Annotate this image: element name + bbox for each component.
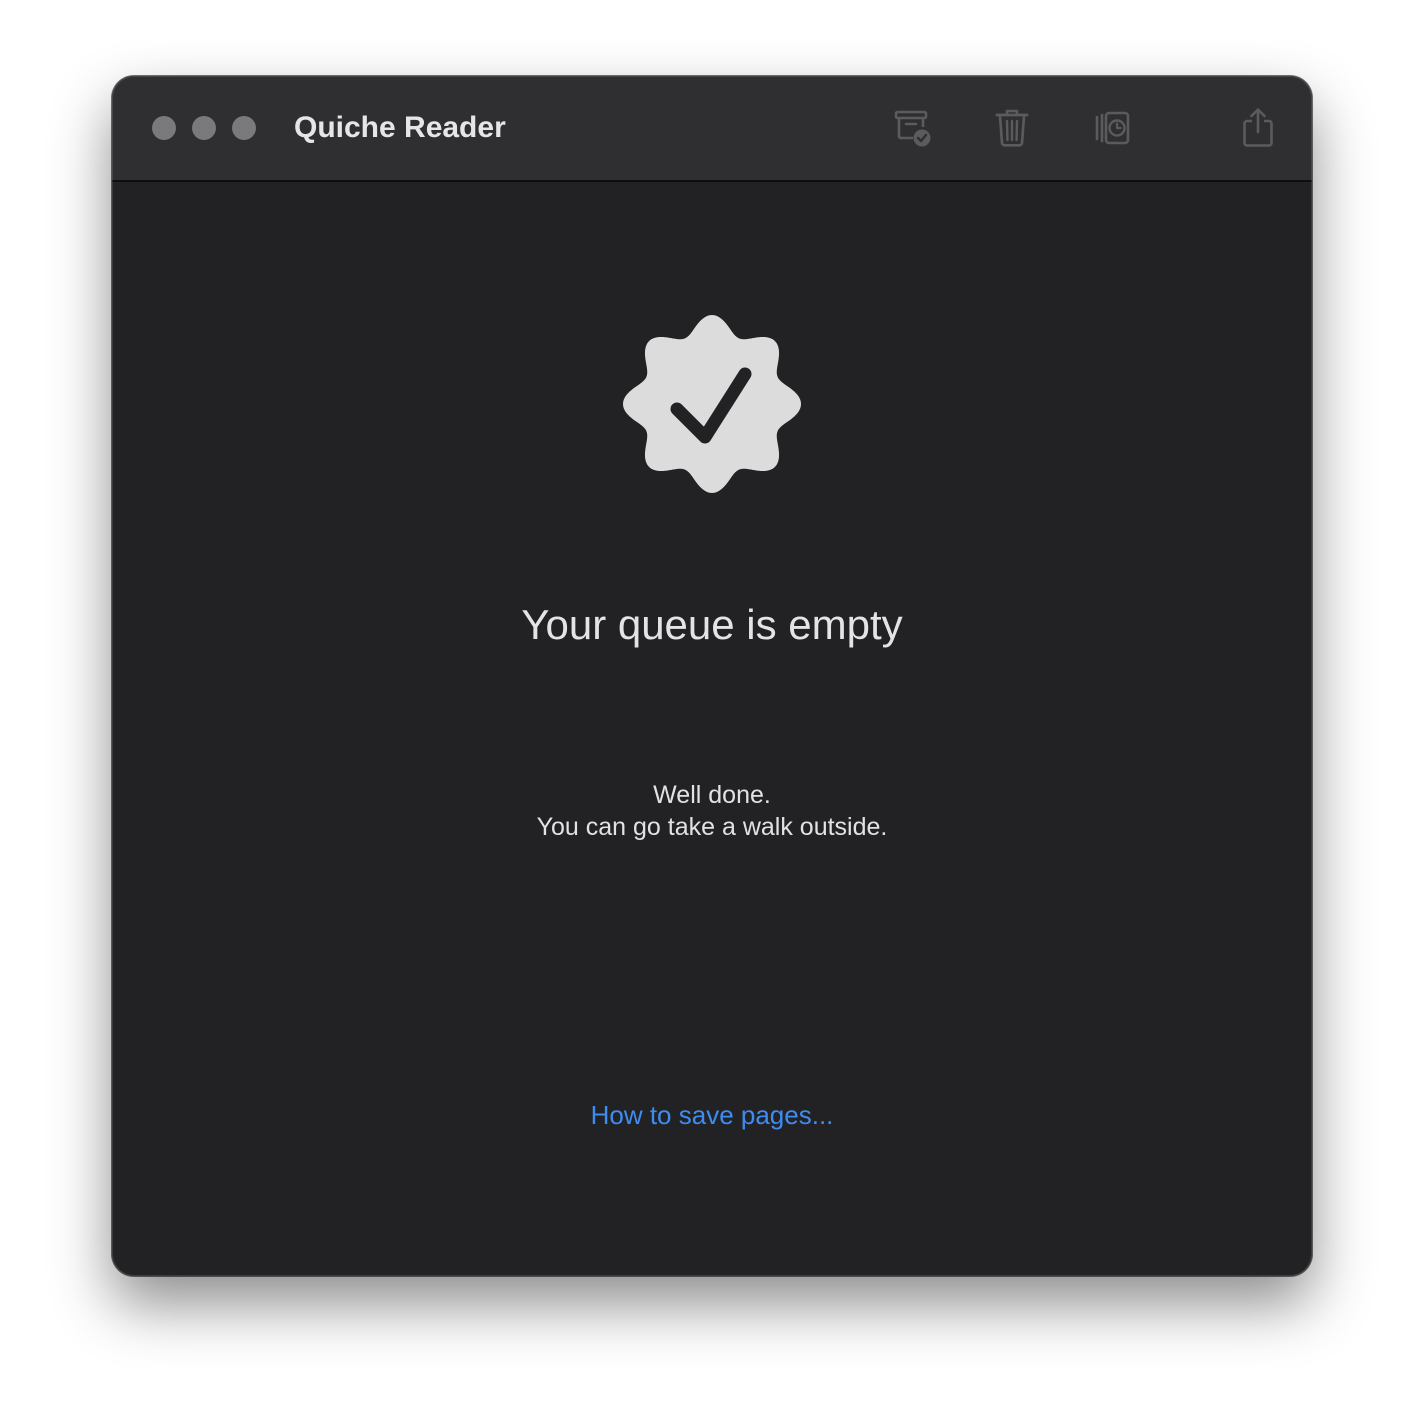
- empty-state-message-line-1: Well done.: [653, 781, 771, 809]
- empty-state-message-line-2: You can go take a walk outside.: [536, 813, 888, 841]
- close-window-button[interactable]: [152, 116, 176, 140]
- read-later-button[interactable]: [1088, 104, 1136, 152]
- delete-button[interactable]: [988, 104, 1036, 152]
- trash-icon: [995, 109, 1029, 147]
- share-icon: [1243, 108, 1273, 147]
- archive-button[interactable]: [889, 104, 937, 152]
- title-bar[interactable]: Quiche Reader: [112, 76, 1312, 182]
- minimize-window-button[interactable]: [192, 116, 216, 140]
- share-button[interactable]: [1234, 104, 1282, 152]
- empty-queue-view: Your queue is empty Well done. You can g…: [112, 182, 1312, 1276]
- check-badge-icon: [623, 315, 801, 493]
- archive-icon: [894, 110, 931, 147]
- read-later-icon: [1095, 111, 1130, 145]
- how-to-save-pages-link[interactable]: How to save pages...: [112, 1098, 1312, 1132]
- window-title: Quiche Reader: [294, 111, 506, 144]
- empty-state-headline: Your queue is empty: [521, 601, 903, 648]
- app-window: Quiche Reader Your queue is empty Well d…: [112, 76, 1312, 1276]
- zoom-window-button[interactable]: [232, 116, 256, 140]
